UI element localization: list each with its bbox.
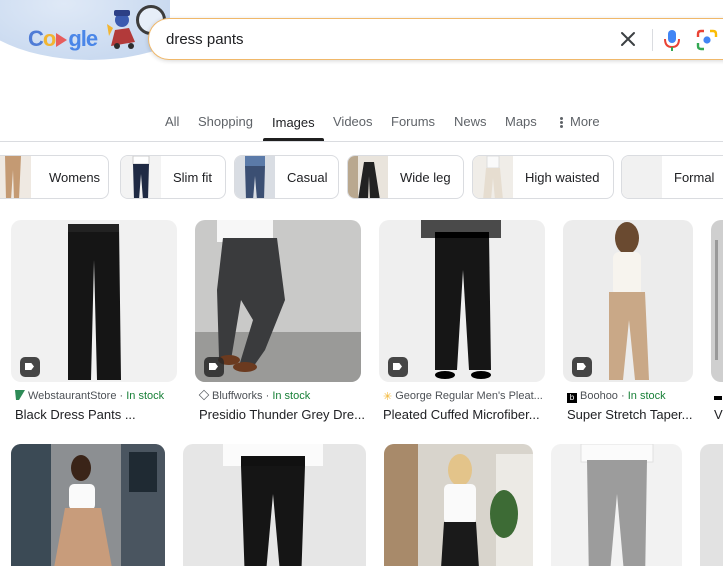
chip-womens[interactable]: Womens [0, 155, 109, 199]
chip-slim-fit[interactable]: Slim fit [120, 155, 226, 199]
result-card[interactable] [183, 444, 366, 566]
result-image[interactable] [11, 444, 165, 566]
result-card[interactable]: V [711, 220, 723, 425]
play-icon [56, 33, 68, 48]
search-tabs: All Shopping Images Videos Forums News M… [0, 110, 723, 142]
result-source[interactable]: b Boohoo · In stock [567, 390, 666, 403]
chip-casual[interactable]: Casual [234, 155, 339, 199]
chip-thumbnail [622, 156, 662, 198]
result-image[interactable] [551, 444, 682, 566]
shopping-tag-icon [204, 357, 224, 377]
shopping-tag-icon [20, 357, 40, 377]
google-lens-icon[interactable] [695, 28, 719, 52]
chip-thumbnail [473, 156, 513, 198]
result-image[interactable] [183, 444, 366, 566]
walmart-spark-favicon: ✳ [383, 391, 393, 403]
clear-icon[interactable] [617, 28, 639, 50]
tab-news[interactable]: News [454, 114, 487, 129]
shopping-tag-icon [388, 357, 408, 377]
result-source[interactable]: Bluffworks · In stock [198, 389, 310, 402]
result-title[interactable]: Pleated Cuffed Microfiber... [383, 407, 549, 422]
result-title[interactable]: V [714, 407, 723, 422]
webstaurant-favicon [15, 390, 25, 400]
result-title[interactable]: Presidio Thunder Grey Dre... [199, 407, 365, 422]
store-favicon [714, 396, 722, 400]
result-card[interactable]: WebstaurantStore · In stock Black Dress … [11, 220, 177, 425]
tab-maps[interactable]: Maps [505, 114, 537, 129]
google-doodle-logo[interactable]: Co gle [0, 0, 170, 62]
result-source[interactable]: ✳ George Regular Men's Pleat... [383, 390, 543, 403]
boohoo-favicon: b [567, 393, 577, 403]
tab-forums[interactable]: Forums [391, 114, 435, 129]
microphone-icon[interactable] [661, 28, 683, 52]
more-vertical-icon [560, 116, 563, 129]
result-card[interactable]: ✳ George Regular Men's Pleat... Pleated C… [379, 220, 545, 425]
tab-more[interactable]: More [560, 114, 600, 129]
search-box[interactable]: dress pants [148, 18, 723, 60]
chip-formal[interactable]: Formal [621, 155, 723, 199]
result-card[interactable] [384, 444, 533, 566]
tab-images[interactable]: Images [272, 115, 315, 130]
result-image[interactable] [711, 220, 723, 382]
result-card[interactable] [700, 444, 723, 566]
result-image[interactable] [700, 444, 723, 566]
result-card[interactable]: b Boohoo · In stock Super Stretch Taper..… [563, 220, 693, 425]
tab-shopping[interactable]: Shopping [198, 114, 253, 129]
chip-thumbnail [348, 156, 388, 198]
tab-all[interactable]: All [165, 114, 179, 129]
chip-wide-leg[interactable]: Wide leg [347, 155, 464, 199]
chip-thumbnail [235, 156, 275, 198]
result-image[interactable] [384, 444, 533, 566]
result-title[interactable]: Super Stretch Taper... [567, 407, 693, 422]
search-divider [652, 29, 653, 51]
search-input[interactable]: dress pants [166, 31, 244, 48]
tab-more-label: More [570, 114, 600, 129]
shopping-tag-icon [572, 357, 592, 377]
result-source[interactable]: WebstaurantStore · In stock [15, 390, 164, 402]
tab-videos[interactable]: Videos [333, 114, 373, 129]
result-source[interactable] [714, 390, 723, 402]
doodle-wordmark: Co gle [28, 26, 98, 51]
chip-thumbnail [121, 156, 161, 198]
chip-high-waisted[interactable]: High waisted [472, 155, 614, 199]
result-card[interactable] [551, 444, 682, 566]
active-tab-indicator [263, 138, 324, 141]
result-title[interactable]: Black Dress Pants ... [15, 407, 181, 422]
refinement-chips: Womens Slim fit Casual Wide leg High wai… [0, 155, 723, 199]
result-card[interactable]: Bluffworks · In stock Presidio Thunder G… [195, 220, 365, 425]
result-card[interactable] [11, 444, 165, 566]
bluffworks-favicon [198, 389, 210, 401]
knight-illustration [107, 10, 135, 49]
chip-thumbnail [0, 156, 31, 198]
